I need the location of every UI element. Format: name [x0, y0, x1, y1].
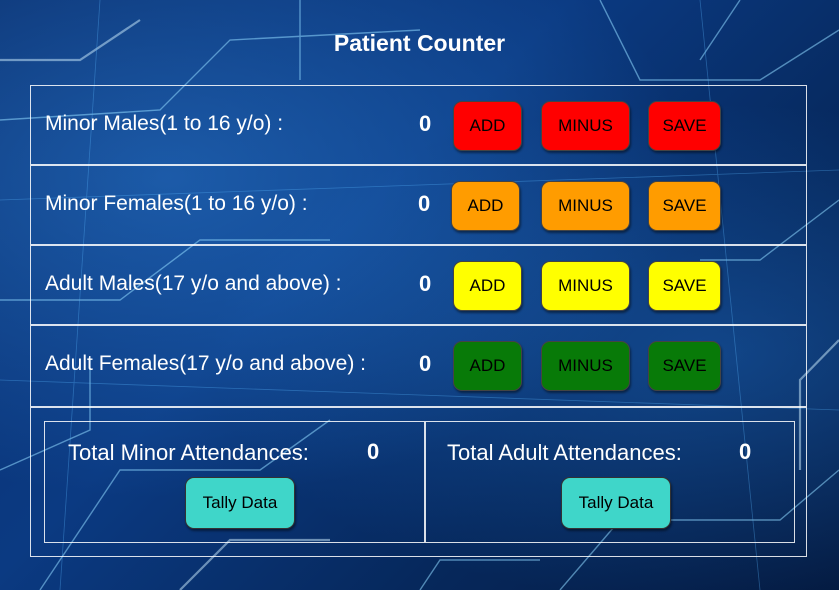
adult-males-minus-button[interactable]: MINUS: [541, 261, 630, 311]
minor-females-row: Minor Females(1 to 16 y/o) : 0 ADD MINUS…: [31, 166, 806, 246]
total-minor-count: 0: [367, 439, 380, 464]
adult-males-row: Adult Males(17 y/o and above) : 0 ADD MI…: [31, 246, 806, 326]
minor-males-add-button[interactable]: ADD: [453, 101, 522, 151]
minor-males-label: Minor Males(1 to 16 y/o) :: [45, 112, 284, 135]
minor-females-add-button[interactable]: ADD: [451, 181, 520, 231]
tally-minor-button[interactable]: Tally Data: [185, 477, 295, 529]
totals-divider: [424, 422, 426, 542]
minor-females-label: Minor Females(1 to 16 y/o) :: [45, 192, 308, 215]
tally-adult-button[interactable]: Tally Data: [561, 477, 671, 529]
adult-females-label: Adult Females(17 y/o and above) :: [45, 352, 367, 375]
page-title: Patient Counter: [333, 30, 506, 56]
adult-females-add-button[interactable]: ADD: [453, 341, 522, 391]
adult-females-row: Adult Females(17 y/o and above) : 0 ADD …: [31, 326, 806, 406]
minor-females-save-button[interactable]: SAVE: [648, 181, 721, 231]
total-adult-label: Total Adult Attendances:: [447, 440, 682, 465]
adult-females-save-button[interactable]: SAVE: [648, 341, 721, 391]
adult-males-label: Adult Males(17 y/o and above) :: [45, 272, 342, 295]
counter-panel: Minor Males(1 to 16 y/o) : 0 ADD MINUS S…: [30, 85, 807, 557]
minor-males-row: Minor Males(1 to 16 y/o) : 0 ADD MINUS S…: [31, 86, 806, 166]
minor-males-minus-button[interactable]: MINUS: [541, 101, 630, 151]
minor-females-minus-button[interactable]: MINUS: [541, 181, 630, 231]
minor-males-count: 0: [419, 111, 432, 136]
total-adult-count: 0: [739, 439, 752, 464]
adult-females-count: 0: [419, 351, 432, 376]
adult-males-add-button[interactable]: ADD: [453, 261, 522, 311]
adult-males-save-button[interactable]: SAVE: [648, 261, 721, 311]
adult-females-minus-button[interactable]: MINUS: [541, 341, 630, 391]
minor-females-count: 0: [418, 191, 431, 216]
row-divider: [31, 406, 806, 408]
totals-section: Total Minor Attendances: 0 Tally Data To…: [44, 421, 795, 543]
adult-males-count: 0: [419, 271, 432, 296]
minor-males-save-button[interactable]: SAVE: [648, 101, 721, 151]
total-minor-label: Total Minor Attendances:: [68, 440, 309, 465]
